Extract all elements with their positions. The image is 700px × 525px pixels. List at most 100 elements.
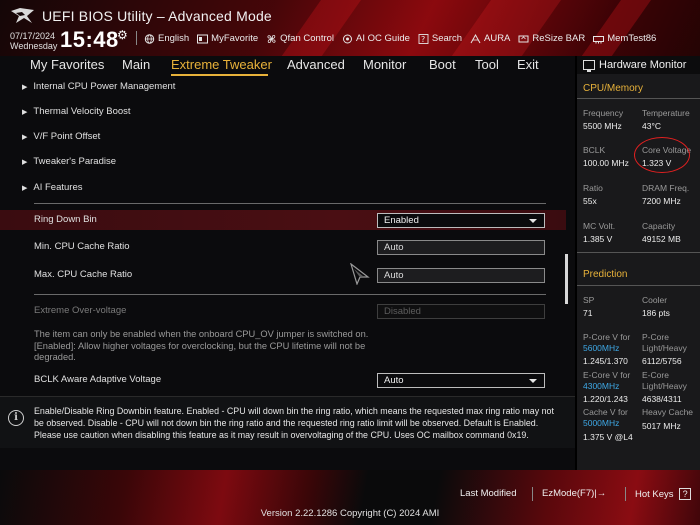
hardware-monitor-panel: Hardware Monitor CPU/Memory Frequency 55… <box>575 56 700 470</box>
hot-keys-button[interactable]: Hot Keys ? <box>635 488 692 500</box>
search-label: Search <box>431 33 462 44</box>
cooler-value: 186 pts <box>642 308 670 318</box>
ratio-label: Ratio <box>583 183 603 193</box>
temperature-value: 43°C <box>642 121 661 131</box>
header-divider <box>136 31 137 45</box>
section-divider <box>34 294 546 295</box>
pcore-lh-value: 6112/5756 <box>642 356 682 366</box>
submenu-ai-features[interactable]: ▶ AI Features <box>22 182 83 193</box>
dram-freq-value: 7200 MHz <box>642 196 681 206</box>
clock-settings-gear-icon[interactable]: ⚙ <box>117 28 128 42</box>
cache-v-freq: 5000MHz <box>583 418 620 428</box>
pcore-v-value: 1.245/1.370 <box>583 356 628 366</box>
resize-bar-button[interactable]: ReSize BAR <box>518 33 585 44</box>
max-cpu-cache-ratio-input[interactable]: Auto <box>377 268 545 283</box>
section-divider <box>577 98 700 99</box>
extreme-overvoltage-input: Disabled <box>377 304 545 319</box>
capacity-label: Capacity <box>642 221 676 231</box>
aura-label: AURA <box>484 33 511 44</box>
help-line: Please use caution when disabling this f… <box>34 430 529 440</box>
qfan-control-button[interactable]: Qfan Control <box>266 33 334 44</box>
qfan-control-label: Qfan Control <box>280 33 335 44</box>
bclk-aware-adaptive-voltage-value: Auto <box>384 375 404 386</box>
date-text: 07/17/2024 <box>10 31 56 41</box>
help-text: Enable/Disable Ring Downbin feature. Ena… <box>34 405 566 441</box>
extreme-overvoltage-label: Extreme Over-voltage <box>34 305 127 316</box>
date-display: 07/17/2024 Wednesday <box>10 31 57 51</box>
tab-main[interactable]: Main <box>122 57 150 72</box>
hardware-monitor-title: Hardware Monitor <box>599 59 687 71</box>
ai-oc-guide-button[interactable]: AI OC Guide <box>342 33 410 44</box>
help-line: Enable/Disable Ring Downbin feature. Ena… <box>34 406 554 416</box>
bclk-value: 100.00 MHz <box>583 158 629 168</box>
main-menu-tabs: My Favorites Main Extreme Tweaker Advanc… <box>0 56 575 76</box>
mc-volt-value: 1.385 V <box>583 234 613 244</box>
heavy-cache-label: Heavy Cache <box>642 407 694 417</box>
hot-keys-help-icon: ? <box>679 488 692 500</box>
info-icon: i <box>8 410 24 426</box>
tab-monitor[interactable]: Monitor <box>363 57 406 72</box>
mc-volt-label: MC Volt. <box>583 221 616 231</box>
capacity-value: 49152 MB <box>642 234 681 244</box>
cooler-label: Cooler <box>642 295 668 305</box>
pcore-v-freq: 5600MHz <box>583 343 620 353</box>
dropdown-arrow-icon <box>529 219 537 223</box>
settings-scrollbar[interactable] <box>565 254 568 304</box>
search-button[interactable]: ? Search <box>418 33 462 44</box>
resize-bar-icon <box>518 35 529 42</box>
memtest-button[interactable]: MemTest86 <box>593 33 656 44</box>
temperature-label: Temperature <box>642 108 690 118</box>
last-modified-button[interactable]: Last Modified <box>460 488 517 499</box>
sp-value: 71 <box>583 308 593 318</box>
section-divider <box>34 203 546 204</box>
note-line: The item can only be enabled when the on… <box>34 329 369 339</box>
min-cpu-cache-ratio-input[interactable]: Auto <box>377 240 545 255</box>
ecore-v-freq: 4300MHz <box>583 381 620 391</box>
cpu-memory-section-title: CPU/Memory <box>583 83 644 94</box>
myfavorite-button[interactable]: MyFavorite <box>197 33 258 44</box>
tab-my-favorites[interactable]: My Favorites <box>30 57 104 72</box>
ecore-lh-label-2: Light/Heavy <box>642 381 687 391</box>
frequency-label: Frequency <box>583 108 624 118</box>
aura-icon <box>470 33 481 43</box>
bclk-aware-adaptive-voltage-select[interactable]: Auto <box>377 373 545 388</box>
tab-tool[interactable]: Tool <box>475 57 499 72</box>
hot-keys-label: Hot Keys <box>635 489 674 500</box>
ecore-lh-value: 4638/4311 <box>642 394 682 404</box>
rog-logo-icon <box>11 8 34 23</box>
cache-v-value: 1.375 V @L4 <box>583 432 633 442</box>
submenu-vf-point-offset[interactable]: ▶ V/F Point Offset <box>22 131 100 142</box>
tab-boot[interactable]: Boot <box>429 57 456 72</box>
ai-oc-guide-label: AI OC Guide <box>356 33 410 44</box>
section-divider <box>577 252 700 253</box>
footer-bar: Last Modified EzMode(F7)|→ Hot Keys ? Ve… <box>0 470 700 525</box>
language-label: English <box>158 33 190 44</box>
submenu-thermal-velocity-boost[interactable]: ▶ Thermal Velocity Boost <box>22 106 131 117</box>
header-bar: UEFI BIOS Utility – Advanced Mode 07/17/… <box>0 0 700 56</box>
pcore-lh-label-2: Light/Heavy <box>642 343 687 353</box>
dram-freq-label: DRAM Freq. <box>642 183 690 193</box>
aura-button[interactable]: AURA <box>470 33 510 44</box>
submenu-tweakers-paradise[interactable]: ▶ Tweaker's Paradise <box>22 156 116 167</box>
submenu-internal-cpu-power-management[interactable]: ▶ Internal CPU Power Management <box>22 81 175 92</box>
expand-arrow-icon: ▶ <box>22 133 28 141</box>
tab-advanced[interactable]: Advanced <box>287 57 345 72</box>
pcore-v-label: P-Core V for <box>583 332 631 342</box>
ezmode-button[interactable]: EzMode(F7)|→ <box>542 488 606 499</box>
section-divider <box>577 285 700 286</box>
tab-exit[interactable]: Exit <box>517 57 539 72</box>
footer-divider <box>532 487 533 501</box>
ecore-v-label: E-Core V for <box>583 370 631 380</box>
heavy-cache-value: 5017 MHz <box>642 421 681 431</box>
max-cpu-cache-ratio-label: Max. CPU Cache Ratio <box>34 269 133 280</box>
cache-v-label: Cache V for <box>583 407 628 417</box>
ratio-value: 55x <box>583 196 597 206</box>
sp-label: SP <box>583 295 595 305</box>
submenu-label: Internal CPU Power Management <box>33 81 176 92</box>
submenu-label: Tweaker's Paradise <box>33 156 116 167</box>
ecore-v-value: 1.220/1.243 <box>583 394 628 404</box>
submenu-label: AI Features <box>33 182 83 193</box>
ring-down-bin-select[interactable]: Enabled <box>377 213 545 228</box>
tab-extreme-tweaker[interactable]: Extreme Tweaker <box>171 57 272 72</box>
language-button[interactable]: English <box>144 33 189 44</box>
